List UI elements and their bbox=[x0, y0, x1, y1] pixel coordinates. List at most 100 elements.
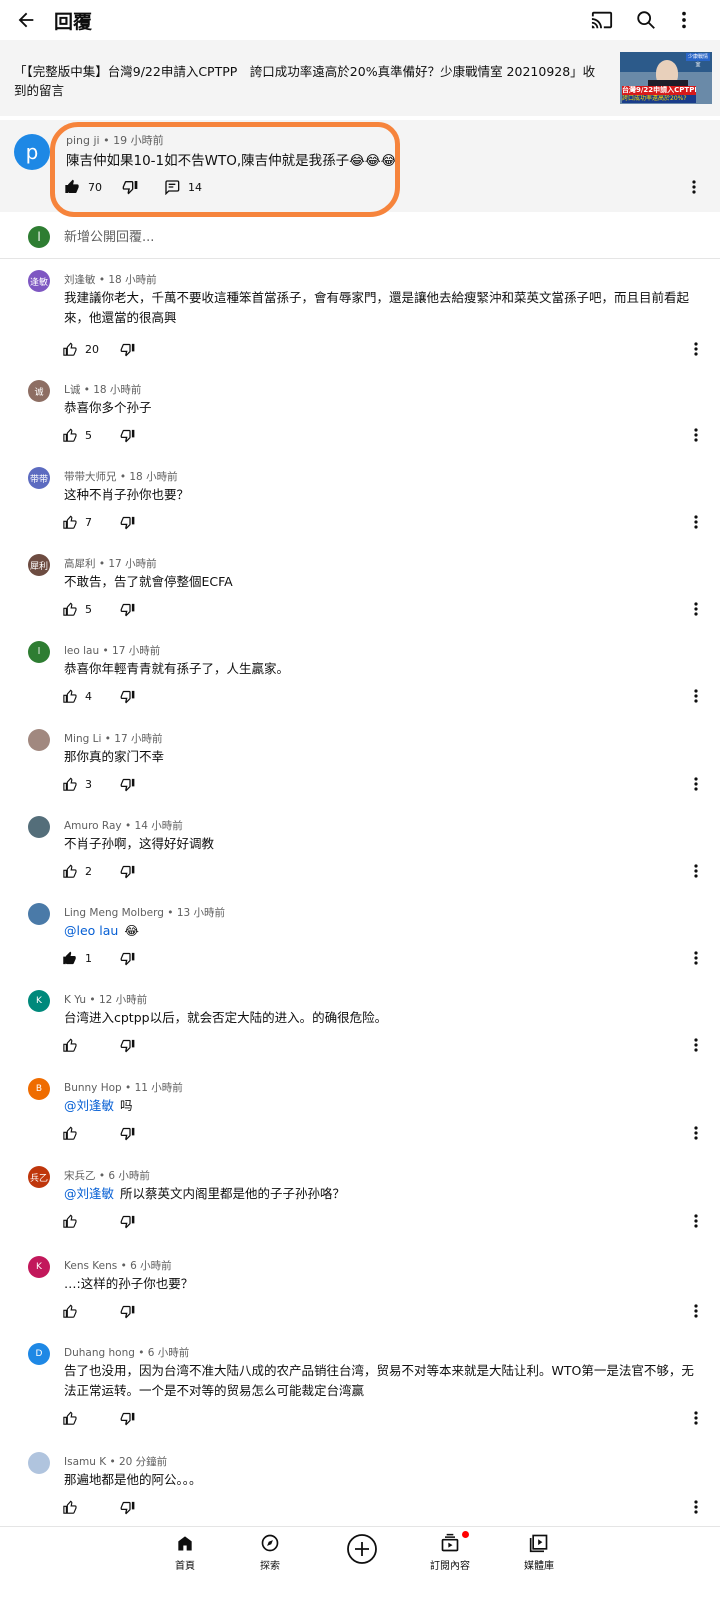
like-button[interactable]: 3 bbox=[62, 773, 92, 795]
comment-text: 不肖子孙啊，这得好好调教 bbox=[64, 834, 702, 854]
comment-time: 20 分鐘前 bbox=[118, 1456, 168, 1468]
avatar[interactable]: l bbox=[28, 641, 50, 663]
dislike-button[interactable] bbox=[120, 598, 135, 620]
comment-author[interactable]: 宋兵乙 bbox=[64, 1170, 96, 1182]
dislike-button[interactable] bbox=[120, 860, 135, 882]
nav-library[interactable]: 媒體庫 bbox=[494, 1527, 584, 1587]
reply-count-button[interactable]: 14 bbox=[164, 176, 202, 198]
nav-create[interactable] bbox=[317, 1527, 407, 1587]
comment-more-icon[interactable] bbox=[688, 947, 704, 969]
mention-link[interactable]: @刘逢敏 bbox=[64, 1098, 114, 1113]
dislike-button[interactable] bbox=[120, 1034, 135, 1056]
avatar[interactable]: 诚 bbox=[28, 380, 50, 402]
like-button[interactable]: 1 bbox=[62, 947, 92, 969]
avatar[interactable]: 带带 bbox=[28, 467, 50, 489]
comment-author[interactable]: Bunny Hop bbox=[64, 1082, 122, 1094]
comment-more-icon[interactable] bbox=[688, 1122, 704, 1144]
dislike-button[interactable] bbox=[122, 176, 138, 198]
avatar[interactable]: 犀利 bbox=[28, 554, 50, 576]
comment-more-icon[interactable] bbox=[688, 1300, 704, 1322]
more-vert-icon[interactable] bbox=[668, 4, 700, 36]
like-button[interactable] bbox=[62, 1122, 85, 1144]
dislike-button[interactable] bbox=[120, 1496, 135, 1518]
comment-more-icon[interactable] bbox=[688, 860, 704, 882]
like-button[interactable] bbox=[62, 1496, 85, 1518]
comment-more-icon[interactable] bbox=[688, 1034, 704, 1056]
comment-more-icon[interactable] bbox=[686, 176, 702, 198]
cast-icon[interactable] bbox=[586, 4, 618, 36]
avatar[interactable]: B bbox=[28, 1078, 50, 1100]
like-button[interactable]: 5 bbox=[62, 598, 92, 620]
comment-more-icon[interactable] bbox=[688, 424, 704, 446]
avatar[interactable]: D bbox=[28, 1343, 50, 1365]
avatar[interactable] bbox=[28, 1452, 50, 1474]
like-button[interactable] bbox=[62, 1300, 85, 1322]
dislike-button[interactable] bbox=[120, 424, 135, 446]
dislike-button[interactable] bbox=[120, 338, 135, 360]
like-button[interactable] bbox=[62, 1407, 85, 1429]
like-button[interactable]: 2 bbox=[62, 860, 92, 882]
comment-author[interactable]: Kens Kens bbox=[64, 1260, 117, 1272]
dislike-button[interactable] bbox=[120, 1300, 135, 1322]
video-thumbnail[interactable]: 少康戰情室 台灣9/22申請入CPTPP 誇口成功率遠高於20%? bbox=[620, 52, 712, 104]
back-arrow-icon[interactable] bbox=[10, 4, 42, 36]
reply-item: 兵乙 宋兵乙 • 6 小時前 @刘逢敏 所以蔡英文内阁里都是他的子子孙孙咯？ bbox=[0, 1166, 720, 1234]
dislike-button[interactable] bbox=[120, 511, 135, 533]
comment-icon bbox=[165, 180, 180, 195]
comment-text: 那遍地都是他的阿公。。。 bbox=[64, 1470, 702, 1490]
comment-more-icon[interactable] bbox=[688, 1210, 704, 1232]
comment-more-icon[interactable] bbox=[688, 1496, 704, 1518]
avatar[interactable]: 逢敏 bbox=[28, 270, 50, 292]
avatar[interactable]: K bbox=[28, 1256, 50, 1278]
nav-subscriptions[interactable]: 訂閱內容 bbox=[405, 1527, 495, 1587]
comment-more-icon[interactable] bbox=[688, 598, 704, 620]
comment-more-icon[interactable] bbox=[688, 338, 704, 360]
comment-actions: 2 bbox=[62, 860, 712, 882]
comment-author[interactable]: 带带大师兄 bbox=[64, 471, 117, 483]
comment-author[interactable]: leo lau bbox=[64, 645, 99, 657]
mention-link[interactable]: @刘逢敏 bbox=[64, 1186, 114, 1201]
avatar[interactable]: K bbox=[28, 990, 50, 1012]
like-button[interactable]: 5 bbox=[62, 424, 92, 446]
avatar[interactable] bbox=[28, 903, 50, 925]
comment-more-icon[interactable] bbox=[688, 511, 704, 533]
comment-more-icon[interactable] bbox=[688, 1407, 704, 1429]
dislike-button[interactable] bbox=[120, 773, 135, 795]
like-button[interactable] bbox=[62, 1210, 85, 1232]
comment-author[interactable]: ping ji bbox=[66, 134, 100, 147]
search-icon[interactable] bbox=[630, 4, 662, 36]
like-button[interactable]: 20 bbox=[62, 338, 99, 360]
comment-author[interactable]: K Yu bbox=[64, 994, 86, 1006]
comment-author[interactable]: 高犀利 bbox=[64, 558, 96, 570]
like-button[interactable] bbox=[62, 1034, 85, 1056]
dislike-button[interactable] bbox=[120, 685, 135, 707]
like-button[interactable]: 70 bbox=[64, 176, 102, 198]
comment-more-icon[interactable] bbox=[688, 685, 704, 707]
avatar[interactable] bbox=[28, 729, 50, 751]
comment-author[interactable]: L诚 bbox=[64, 384, 80, 396]
comment-author[interactable]: Ling Meng Molberg bbox=[64, 907, 164, 919]
avatar[interactable] bbox=[28, 816, 50, 838]
like-button[interactable]: 7 bbox=[62, 511, 92, 533]
video-header[interactable]: 「【完整版中集】台灣9/22申請入CPTPP 誇口成功率遠高於20%真準備好？少… bbox=[0, 40, 720, 116]
reply-item: 带带 带带大师兄 • 18 小時前 这种不肖子孙你也要？ 7 bbox=[0, 467, 720, 535]
dislike-button[interactable] bbox=[120, 947, 135, 969]
nav-home[interactable]: 首頁 bbox=[140, 1527, 230, 1587]
avatar[interactable]: p bbox=[14, 134, 50, 170]
comment-author[interactable]: 刘逢敏 bbox=[64, 274, 96, 286]
comment-body: 那遍地都是他的阿公。。。 bbox=[64, 1472, 202, 1487]
dislike-button[interactable] bbox=[120, 1407, 135, 1429]
avatar[interactable]: 兵乙 bbox=[28, 1166, 50, 1188]
dislike-button[interactable] bbox=[120, 1210, 135, 1232]
nav-explore[interactable]: 探索 bbox=[225, 1527, 315, 1587]
mention-link[interactable]: @leo lau bbox=[64, 923, 118, 938]
comment-author[interactable]: Duhang hong bbox=[64, 1347, 135, 1359]
dislike-button[interactable] bbox=[120, 1122, 135, 1144]
reply-input[interactable] bbox=[64, 227, 664, 247]
comment-author[interactable]: Isamu K bbox=[64, 1456, 106, 1468]
comment-author[interactable]: Ming Li bbox=[64, 733, 101, 745]
comment-text: 这种不肖子孙你也要？ bbox=[64, 485, 702, 505]
comment-more-icon[interactable] bbox=[688, 773, 704, 795]
comment-author[interactable]: Amuro Ray bbox=[64, 820, 122, 832]
like-button[interactable]: 4 bbox=[62, 685, 92, 707]
